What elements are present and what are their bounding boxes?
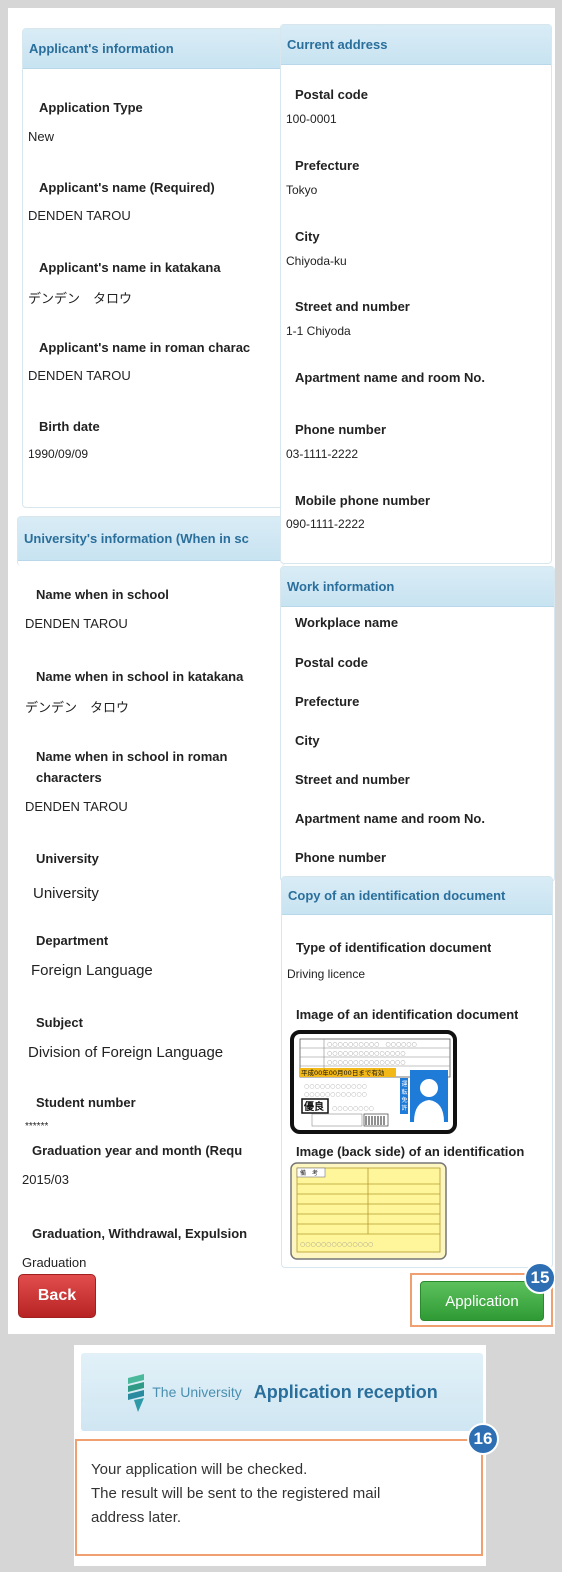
application-form-screenshot: Applicant's information Application Type… [8, 8, 555, 1334]
reception-message-line1: Your application will be checked. [91, 1461, 308, 1478]
student-number-label: Student number [36, 1095, 136, 1110]
subject-label: Subject [36, 1015, 83, 1030]
work-city-label: City [295, 733, 320, 748]
current-address-panel: Current address [280, 24, 552, 564]
phone-label: Phone number [295, 422, 387, 437]
school-name-roman-label: Name when in school in roman [36, 749, 228, 764]
phone-value: 03-1111-2222 [286, 447, 359, 461]
work-phone-label: Phone number [295, 850, 387, 865]
svg-text:○○○○○○○○○○ ○○○○○○: ○○○○○○○○○○ ○○○○○○ [327, 1041, 417, 1048]
university-logo-text: The University [152, 1384, 242, 1400]
applicant-katakana-value: デンデン タロウ [28, 291, 133, 306]
university-logo-icon [126, 1372, 146, 1412]
licence-front-badge: 優良 [303, 1100, 324, 1113]
step-15-badge: 15 [524, 1262, 555, 1294]
street-value: 1-1 Chiyoda [286, 324, 351, 338]
postal-code-label: Postal code [295, 87, 368, 102]
school-name-katakana-value: デンデン タロウ [25, 700, 130, 715]
mobile-phone-label: Mobile phone number [295, 493, 431, 508]
reception-header: The University Application reception [81, 1353, 483, 1431]
application-type-value: New [28, 129, 55, 144]
university-info-panel: University's information (When in sc [17, 516, 285, 566]
school-name-label: Name when in school [36, 587, 169, 602]
svg-text:○○○○○○○○○○○○○○○: ○○○○○○○○○○○○○○○ [327, 1059, 406, 1066]
student-number-value: ****** [25, 1121, 49, 1132]
back-button[interactable]: Back [18, 1274, 96, 1318]
applicant-katakana-label: Applicant's name in katakana [39, 260, 221, 275]
reception-message-line3: address later. [91, 1509, 182, 1526]
reception-title: Application reception [253, 1381, 438, 1402]
application-reception-screenshot: The University Application reception You… [74, 1345, 499, 1566]
svg-text:○○○○○○○○○○○○: ○○○○○○○○○○○○ [304, 1083, 367, 1090]
svg-text:○○○○○○○○○○○○○○: ○○○○○○○○○○○○○○ [300, 1241, 373, 1248]
svg-text:○○○○○○○○○○○○○○○: ○○○○○○○○○○○○○○○ [327, 1050, 406, 1057]
university-value: University [33, 885, 99, 902]
work-prefecture-label: Prefecture [295, 694, 360, 709]
work-apartment-label: Apartment name and room No. [295, 811, 485, 826]
subject-value: Division of Foreign Language [28, 1044, 224, 1061]
graduation-status-value: Graduation [22, 1255, 87, 1270]
current-address-header: Current address [281, 25, 551, 65]
application-type-label: Application Type [39, 100, 143, 115]
school-name-roman-label-line2: characters [36, 770, 102, 785]
svg-text:○○○○○○○○: ○○○○○○○○ [332, 1105, 374, 1112]
licence-front-side-4: 許 [402, 1104, 408, 1112]
graduation-date-label: Graduation year and month (Requ [32, 1143, 243, 1158]
street-label: Street and number [295, 299, 410, 314]
licence-front-side-2: 転 [402, 1088, 408, 1096]
id-back-image-label: Image (back side) of an identification [296, 1144, 525, 1159]
svg-text:○○○○○○○○○○○○: ○○○○○○○○○○○○ [304, 1091, 367, 1098]
id-type-label: Type of identification document [296, 940, 492, 955]
graduation-date-value: 2015/03 [22, 1172, 69, 1187]
department-value: Foreign Language [31, 962, 153, 979]
prefecture-value: Tokyo [286, 183, 318, 197]
mobile-phone-value: 090-1111-2222 [286, 517, 365, 531]
school-name-roman-value: DENDEN TAROU [25, 799, 128, 814]
prefecture-label: Prefecture [295, 158, 360, 173]
identification-header: Copy of an identification document [282, 877, 552, 915]
reception-message: Your application will be checked. The re… [91, 1458, 471, 1530]
licence-front-image: ○○○○○○○○○○ ○○○○○○ ○○○○○○○○○○○○○○○ ○○○○○○… [290, 1030, 457, 1134]
licence-front-side-1: 運 [402, 1081, 408, 1088]
step-16-badge: 16 [467, 1423, 499, 1455]
work-info-panel: Work information [280, 566, 555, 882]
licence-front-side-3: 免 [402, 1096, 408, 1104]
apartment-label: Apartment name and room No. [295, 370, 485, 385]
birth-date-label: Birth date [39, 419, 100, 434]
department-label: Department [36, 933, 109, 948]
work-postal-code-label: Postal code [295, 655, 368, 670]
reception-message-line2: The result will be sent to the registere… [91, 1485, 381, 1502]
reception-message-box: Your application will be checked. The re… [75, 1439, 483, 1556]
applicant-roman-value: DENDEN TAROU [28, 368, 131, 383]
licence-back-image: 備 考 ○○○○○○○○○○○○○○ [290, 1162, 447, 1260]
id-image-label: Image of an identification document [296, 1007, 519, 1022]
applicant-roman-label: Applicant's name in roman charac [39, 340, 251, 355]
school-name-katakana-label: Name when in school in katakana [36, 669, 244, 684]
licence-front-validity: 平成00年00月00日まで有効 [301, 1068, 385, 1077]
city-value: Chiyoda-ku [286, 254, 347, 268]
applicant-name-label: Applicant's name (Required) [39, 180, 215, 195]
birth-date-value: 1990/09/09 [28, 447, 89, 461]
university-label: University [36, 851, 99, 866]
work-info-header: Work information [281, 567, 554, 607]
applicant-name-value: DENDEN TAROU [28, 208, 131, 223]
university-info-header: University's information (When in sc [18, 517, 284, 561]
application-button[interactable]: Application [420, 1281, 544, 1321]
work-street-label: Street and number [295, 772, 410, 787]
licence-back-header: 備 考 [300, 1169, 318, 1177]
workplace-name-label: Workplace name [295, 615, 399, 630]
id-type-value: Driving licence [287, 967, 366, 981]
applicant-info-header: Applicant's information [23, 29, 283, 69]
postal-code-value: 100-0001 [286, 112, 337, 126]
school-name-value: DENDEN TAROU [25, 616, 128, 631]
graduation-status-label: Graduation, Withdrawal, Expulsion [32, 1226, 248, 1241]
city-label: City [295, 229, 320, 244]
